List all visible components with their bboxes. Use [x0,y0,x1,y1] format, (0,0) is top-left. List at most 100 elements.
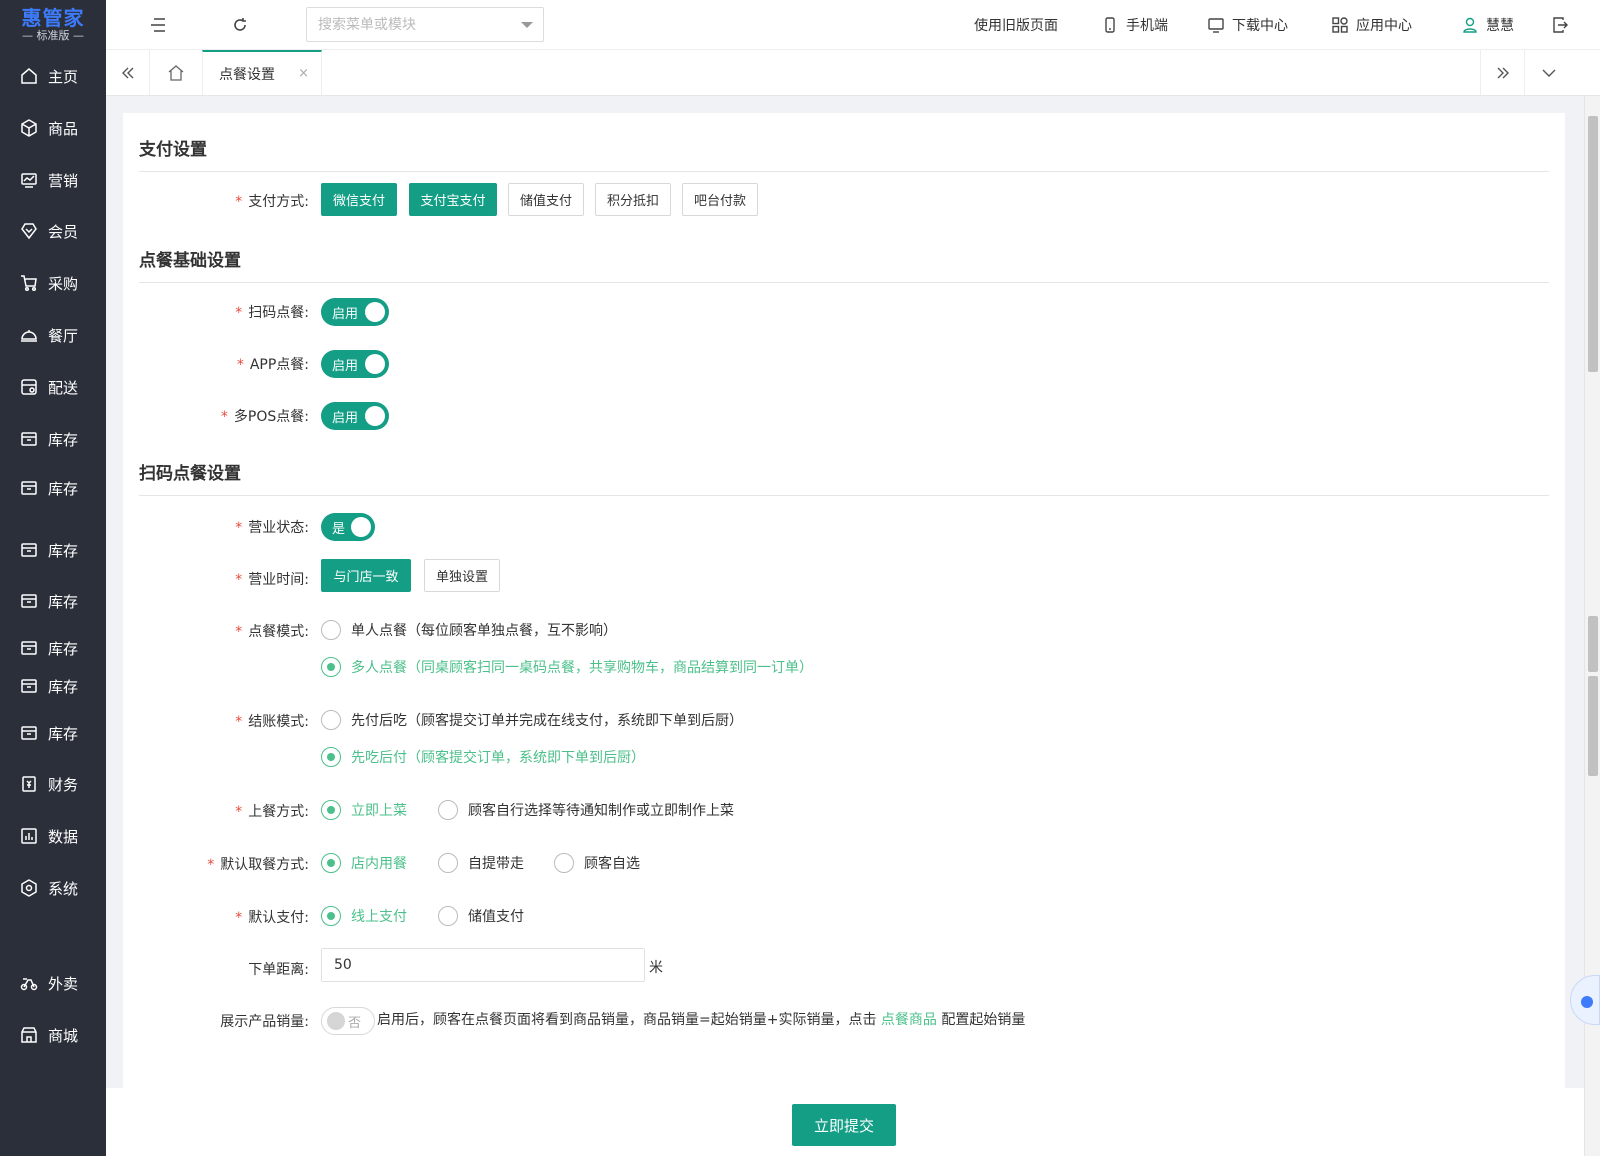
monitor-icon [1208,18,1224,33]
scroll-tabs-left-button[interactable] [106,50,150,95]
checkout-prepay-radio[interactable]: 先付后吃（顾客提交订单并完成在线支付，系统即下单到后厨） [321,709,743,731]
sidebar-item-inventory-3[interactable]: 库存 [0,530,106,570]
pickup-choose-radio[interactable]: 顾客自选 [554,852,640,874]
hours-same-as-store-button[interactable]: 与门店一致 [321,559,411,592]
sidebar-item-goods[interactable]: 商品 [0,108,106,148]
menu-search[interactable] [306,7,544,42]
show-sales-switch[interactable]: 否 [321,1007,375,1035]
radio-dot [438,906,458,926]
top-header: 使用旧版页面 手机端 下载中心 应用中心 慧慧 [106,0,1600,50]
radio-label: 自提带走 [468,856,524,872]
pickup-takeaway-radio[interactable]: 自提带走 [438,852,524,874]
order-goods-link[interactable]: 点餐商品 [881,1012,937,1028]
logo[interactable]: 惠管家 — 标准版 — [0,0,106,50]
default-pay-stored-radio[interactable]: 储值支付 [438,905,524,927]
submit-button[interactable]: 立即提交 [792,1104,896,1146]
tab-home[interactable] [150,50,202,95]
sidebar-item-data[interactable]: 数据 [0,816,106,856]
section-title-basic: 点餐基础设置 [139,251,241,271]
hours-custom-button[interactable]: 单独设置 [424,559,500,592]
sidebar-item-delivery[interactable]: 配送 [0,367,106,407]
radio-dot [321,620,341,640]
app-center-link[interactable]: 应用中心 [1332,15,1412,35]
order-distance-input[interactable] [322,949,644,981]
sidebar-item-label: 库存 [48,430,79,449]
multi-pos-switch[interactable]: 启用 [321,402,389,430]
switch-text: 是 [332,521,346,537]
scrollbar-thumb[interactable] [1588,676,1598,776]
order-distance-label: 下单距离: [248,962,309,978]
sidebar-item-label: 商品 [48,119,79,138]
refresh-icon[interactable] [230,15,250,35]
user-icon [1463,17,1477,33]
close-icon[interactable]: × [298,66,309,81]
sidebar-item-restaurant[interactable]: 餐厅 [0,315,106,355]
delivery-icon [21,379,37,395]
sidebar-item-inventory-4[interactable]: 库存 [0,581,106,621]
tab-order-settings[interactable]: 点餐设置 × [202,50,322,95]
sidebar-item-takeaway[interactable]: 外卖 [0,963,106,1003]
sidebar-item-marketing[interactable]: 营销 [0,160,106,200]
multi-pos-label: * 多POS点餐: [220,409,309,425]
sidebar-item-label: 配送 [48,378,79,397]
payment-option-wechat[interactable]: 微信支付 [321,183,397,216]
order-mode-single-radio[interactable]: 单人点餐（每位顾客单独点餐，互不影响） [321,619,617,641]
checkout-postpay-radio[interactable]: 先吃后付（顾客提交订单，系统即下单到后厨） [321,746,645,768]
mobile-link[interactable]: 手机端 [1102,15,1168,35]
old-version-link[interactable]: 使用旧版页面 [974,15,1058,35]
sidebar-item-finance[interactable]: 财务 [0,764,106,804]
order-distance-field[interactable] [321,948,645,982]
serve-now-radio[interactable]: 立即上菜 [321,799,407,821]
user-menu[interactable]: 慧慧 [1462,15,1514,35]
sidebar-item-inventory-7[interactable]: 库存 [0,713,106,753]
box-icon [21,119,37,137]
tab-bar: 点餐设置 × [106,50,1600,96]
scan-order-switch[interactable]: 启用 [321,298,389,326]
sidebar-item-purchase[interactable]: 采购 [0,263,106,303]
sidebar-item-inventory-1[interactable]: 库存 [0,419,106,459]
sidebar-item-home[interactable]: 主页 [0,56,106,96]
logout-icon[interactable] [1550,15,1570,35]
sidebar-item-label: 库存 [48,639,79,658]
payment-option-counter[interactable]: 吧台付款 [682,183,758,216]
inventory-icon [21,641,37,655]
payment-option-stored-value[interactable]: 储值支付 [508,183,584,216]
serve-choose-radio[interactable]: 顾客自行选择等待通知制作或立即制作上菜 [438,799,734,821]
order-mode-multi-radio[interactable]: 多人点餐（同桌顾客扫同一桌码点餐，共享购物车，商品结算到同一订单） [321,656,813,678]
sidebar-item-system[interactable]: 系统 [0,868,106,908]
app-center-label: 应用中心 [1356,18,1412,34]
scroll-tabs-right-button[interactable] [1480,50,1524,95]
payment-option-alipay[interactable]: 支付宝支付 [409,183,497,216]
switch-knob [365,302,385,322]
finance-icon [22,776,36,792]
tab-menu-dropdown[interactable] [1524,50,1572,95]
pickup-dine-in-radio[interactable]: 店内用餐 [321,852,407,874]
note-text: 配置起始销量 [936,1012,1026,1028]
sidebar-item-label: 餐厅 [48,326,79,345]
download-center-link[interactable]: 下载中心 [1208,15,1288,35]
double-chevron-right-icon [1497,67,1509,78]
sidebar-item-members[interactable]: 会员 [0,211,106,251]
tab-label: 点餐设置 [219,66,275,83]
scrollbar-thumb[interactable] [1588,116,1598,372]
default-pay-online-radio[interactable]: 线上支付 [321,905,407,927]
sidebar-item-mall[interactable]: 商城 [0,1015,106,1055]
business-status-switch[interactable]: 是 [321,513,375,541]
chevron-down-icon[interactable] [521,22,533,28]
sidebar-item-label: 财务 [48,775,79,794]
business-hours-label: * 营业时间: [235,572,309,588]
search-input[interactable] [307,8,507,41]
app-order-switch[interactable]: 启用 [321,350,389,378]
menu-collapse-icon[interactable] [148,15,168,35]
sidebar-item-inventory-5[interactable]: 库存 [0,628,106,668]
sidebar: 惠管家 — 标准版 — 主页 商品 营销 会员 采购 餐厅 配送 库存 库存 库… [0,0,106,1156]
data-icon [21,828,37,844]
payment-option-points[interactable]: 积分抵扣 [595,183,671,216]
sidebar-item-inventory-2[interactable]: 库存 [0,468,106,508]
switch-knob [327,1012,345,1030]
mobile-label: 手机端 [1126,18,1168,34]
divider [139,171,1549,172]
sidebar-item-inventory-6[interactable]: 库存 [0,666,106,706]
scrollbar-thumb[interactable] [1588,616,1598,672]
radio-label: 单人点餐（每位顾客单独点餐，互不影响） [351,623,617,639]
